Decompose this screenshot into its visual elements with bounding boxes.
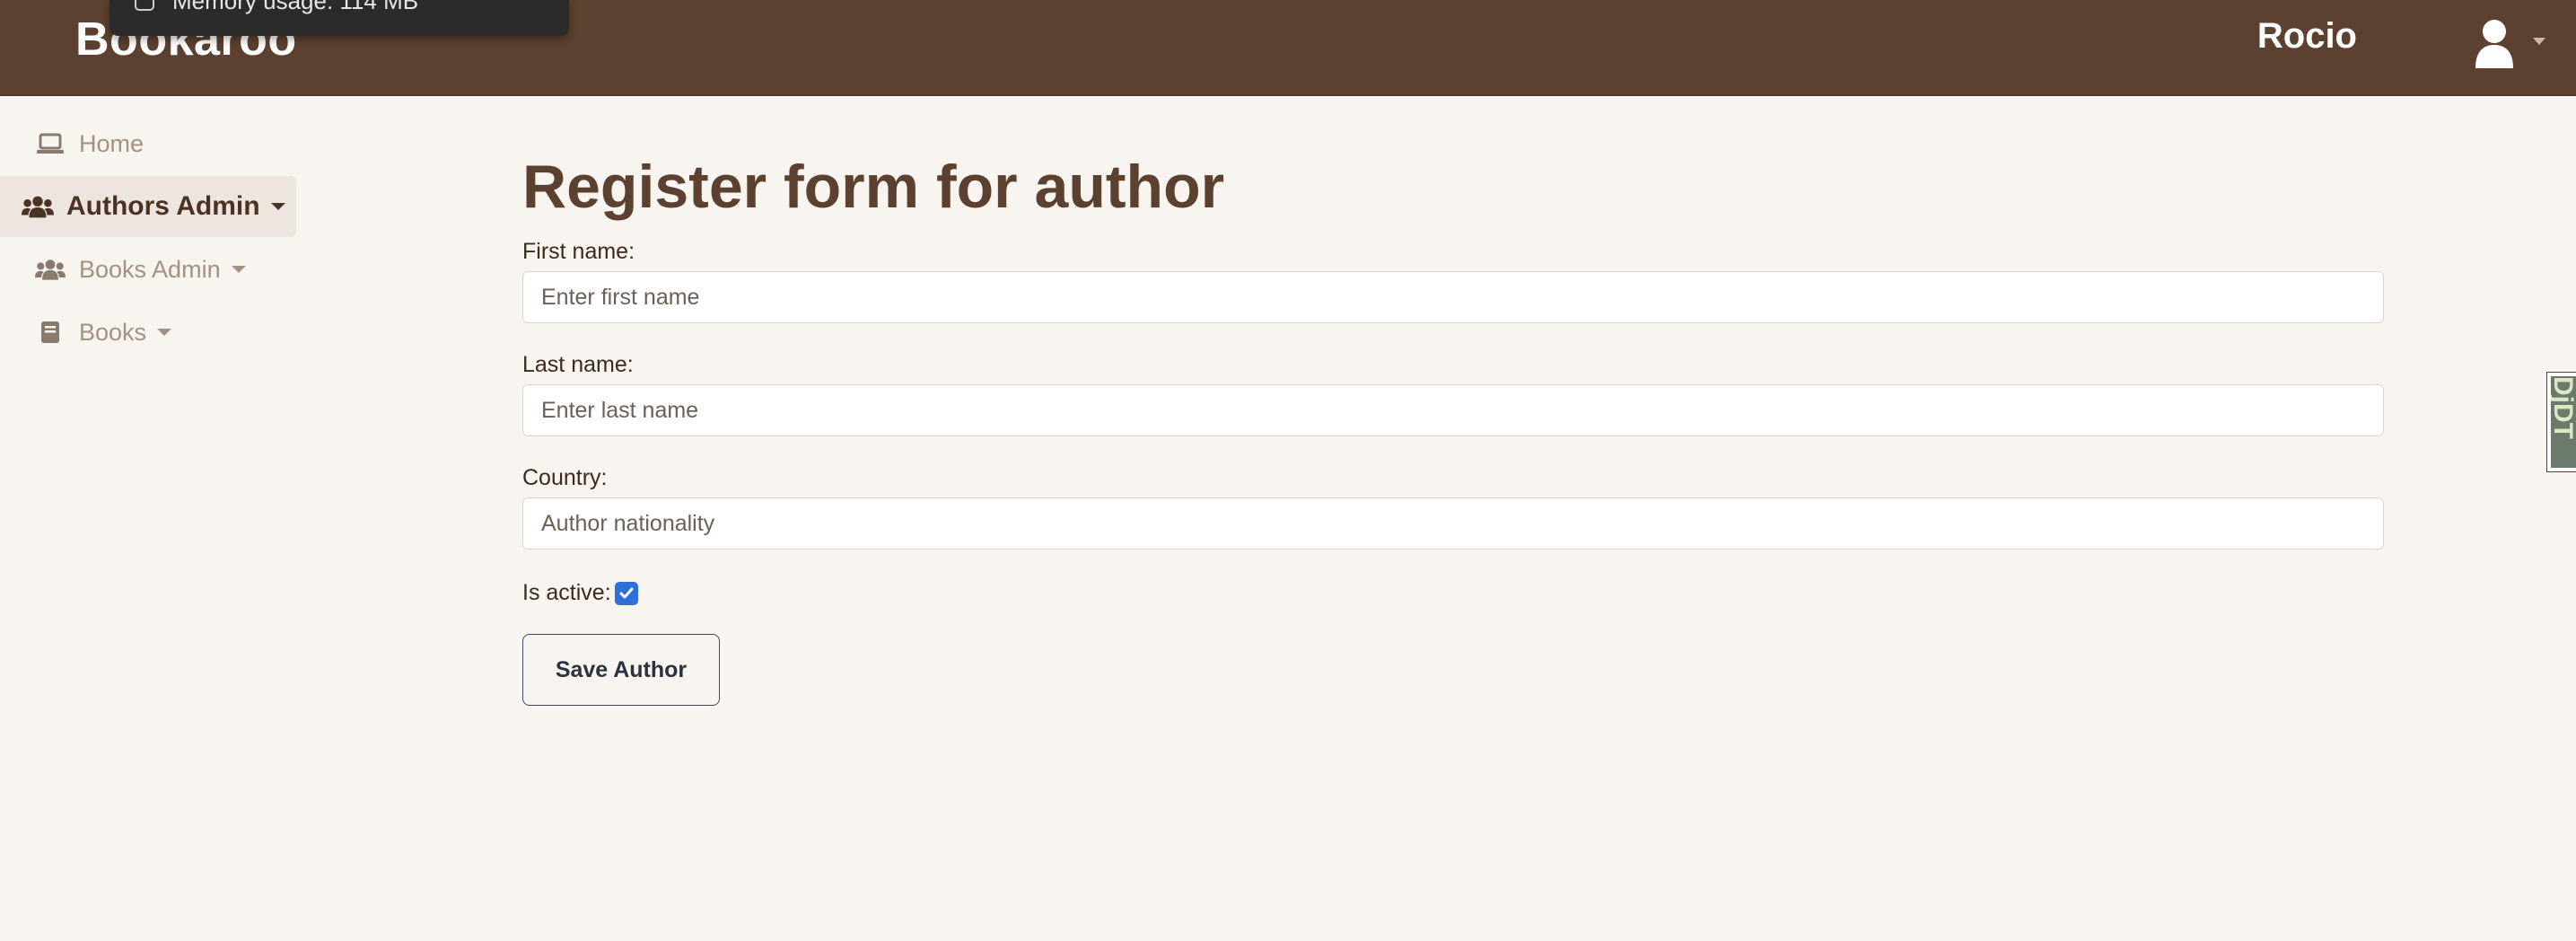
users-icon <box>22 190 54 223</box>
book-icon <box>34 316 66 348</box>
first-name-input[interactable] <box>522 271 2384 323</box>
is-active-label: Is active: <box>522 580 611 605</box>
debug-toolbar-label: DjDT <box>2551 376 2576 468</box>
user-menu-chevron-down-icon[interactable] <box>2533 38 2545 45</box>
is-active-row: Is active: <box>522 580 638 606</box>
country-input[interactable] <box>522 497 2384 550</box>
top-navbar: Bookaroo Memory usage: 114 MB Rocio <box>0 0 2576 96</box>
country-label: Country: <box>522 465 608 490</box>
username[interactable]: Rocio <box>2257 16 2357 57</box>
sidebar-item-label: Authors Admin <box>66 191 260 221</box>
debug-toolbar-handle[interactable]: DjDT <box>2546 372 2576 472</box>
last-name-input[interactable] <box>522 384 2384 436</box>
sidebar-item-label: Books <box>79 318 147 346</box>
chevron-down-icon <box>157 329 172 336</box>
save-author-button[interactable]: Save Author <box>522 634 720 706</box>
sidebar-item-books-admin[interactable]: Books Admin <box>0 239 246 300</box>
user-avatar-icon[interactable] <box>2474 18 2515 68</box>
sidebar-item-label: Books Admin <box>79 255 221 283</box>
sidebar-item-books[interactable]: Books <box>0 302 172 363</box>
memory-icon <box>135 0 154 11</box>
is-active-checkbox[interactable] <box>614 581 638 605</box>
sidebar-item-authors-admin[interactable]: Authors Admin <box>0 176 296 237</box>
sidebar-item-label: Home <box>79 129 145 157</box>
checkmark-icon <box>619 587 634 598</box>
chevron-down-icon <box>231 266 246 273</box>
last-name-label: Last name: <box>522 352 634 377</box>
memory-usage-popup: Memory usage: 114 MB <box>110 0 569 36</box>
users-icon <box>34 253 66 286</box>
sidebar-item-home[interactable]: Home <box>0 113 144 174</box>
first-name-label: First name: <box>522 239 635 264</box>
memory-usage-text: Memory usage: 114 MB <box>172 0 419 14</box>
laptop-icon <box>34 128 66 160</box>
page-title: Register form for author <box>522 153 1225 221</box>
author-register-form: Register form for author First name: Las… <box>522 144 2384 706</box>
chevron-down-icon <box>270 203 285 210</box>
